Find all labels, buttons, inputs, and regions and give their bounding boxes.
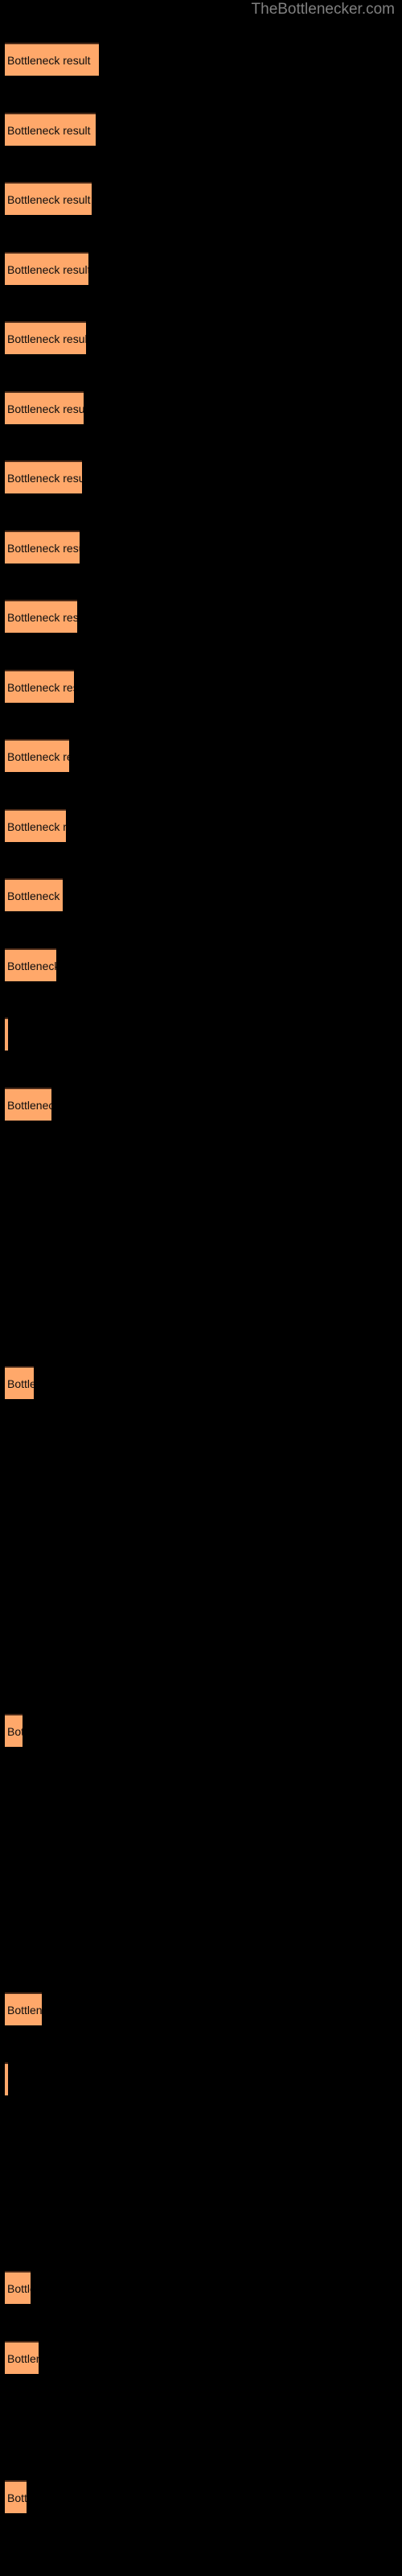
site-title: TheBottlenecker.com — [251, 1, 395, 18]
bar[interactable]: Bottleneck result — [5, 530, 80, 564]
bar-row: Bottleneck result — [0, 1296, 402, 1329]
bar-label: Bottleneck result — [7, 889, 63, 902]
bar-row: Bottleneck result — [0, 670, 402, 703]
bar-row: Bottleneck result — [0, 878, 402, 911]
bar-row: Bottleneck result — [0, 1435, 402, 1468]
bar-row: Bottleneck result — [0, 182, 402, 215]
bar[interactable]: Bottleneck result — [5, 252, 88, 285]
bar[interactable]: Bottleneck result — [5, 1992, 42, 2025]
bar-row: Bottleneck result — [0, 1784, 402, 1817]
bar-label: Bottleneck result — [7, 2003, 42, 2017]
bar-label: Bottleneck result — [7, 2074, 8, 2087]
bar-label: Bottleneck result — [7, 1377, 34, 1390]
bar-row: Bottleneck result — [0, 1227, 402, 1260]
bar-label: Bottleneck result — [7, 471, 82, 485]
bar-label: Bottleneck result — [7, 192, 91, 206]
bar-row: Bottleneck result — [0, 2132, 402, 2165]
bar-row: Bottleneck result — [0, 1714, 402, 1747]
bar-row: Bottleneck result — [0, 2341, 402, 2374]
bar[interactable]: Bottleneck result — [5, 739, 69, 772]
bar-label: Bottleneck result — [7, 749, 69, 763]
bar[interactable]: Bottleneck result — [5, 2341, 39, 2374]
bar-row: Bottleneck result — [0, 391, 402, 424]
bar-row: Bottleneck result — [0, 2062, 402, 2095]
bar[interactable]: Bottleneck result — [5, 878, 63, 911]
bar-row: Bottleneck result — [0, 1505, 402, 1538]
bar-label: Bottleneck result — [7, 402, 84, 415]
bar[interactable]: Bottleneck result — [5, 2271, 31, 2304]
bar-row: Bottleneck result — [0, 600, 402, 633]
bar-label: Bottleneck result — [7, 53, 91, 67]
bar[interactable]: Bottleneck result — [5, 113, 96, 146]
bar-row: Bottleneck result — [0, 809, 402, 842]
bar-row: Bottleneck result — [0, 1645, 402, 1678]
bar-row: Bottleneck result — [0, 530, 402, 564]
bar-row: Bottleneck result — [0, 321, 402, 354]
bar-row: Bottleneck result — [0, 2410, 402, 2443]
bar-label: Bottleneck result — [7, 680, 74, 694]
bar-label: Bottleneck result — [7, 1724, 23, 1738]
bar[interactable]: Bottleneck result — [5, 182, 92, 215]
bar-label: Bottleneck result — [7, 262, 88, 276]
bar-label: Bottleneck result — [7, 2351, 39, 2365]
bar-label: Bottleneck result — [7, 1029, 8, 1042]
bar-row: Bottleneck result — [0, 1018, 402, 1051]
bar-row: Bottleneck result — [0, 1992, 402, 2025]
bar-label: Bottleneck result — [7, 123, 91, 137]
bar-row: Bottleneck result — [0, 1575, 402, 1608]
bar[interactable]: Bottleneck result — [5, 2480, 27, 2513]
bar-row: Bottleneck result — [0, 1157, 402, 1190]
bar-row: Bottleneck result — [0, 43, 402, 76]
bar-label: Bottleneck result — [7, 819, 66, 833]
bar[interactable]: Bottleneck result — [5, 1018, 8, 1051]
bar-row: Bottleneck result — [0, 1366, 402, 1399]
bar[interactable]: Bottleneck result — [5, 1366, 34, 1399]
bar-label: Bottleneck result — [7, 332, 86, 345]
bar[interactable]: Bottleneck result — [5, 321, 86, 354]
bar-label: Bottleneck result — [7, 1098, 51, 1112]
bar-row: Bottleneck result — [0, 252, 402, 285]
bar-row: Bottleneck result — [0, 2480, 402, 2513]
bar-row: Bottleneck result — [0, 2202, 402, 2235]
bar-row: Bottleneck result — [0, 1853, 402, 1886]
bar-row: Bottleneck result — [0, 2271, 402, 2304]
bar-label: Bottleneck result — [7, 610, 77, 624]
bar-label: Bottleneck result — [7, 2491, 27, 2504]
bar[interactable]: Bottleneck result — [5, 670, 74, 703]
bar-label: Bottleneck result — [7, 2281, 31, 2295]
bar[interactable]: Bottleneck result — [5, 460, 82, 493]
bar-row: Bottleneck result — [0, 948, 402, 981]
bar[interactable]: Bottleneck result — [5, 809, 66, 842]
bar[interactable]: Bottleneck result — [5, 600, 77, 633]
bar-chart-canvas: TheBottlenecker.com Bottleneck result Bot… — [0, 0, 402, 2576]
bar-label: Bottleneck result — [7, 959, 56, 972]
bar-row: Bottleneck result — [0, 739, 402, 772]
bar-row: Bottleneck result — [0, 1923, 402, 1956]
bar-row: Bottleneck result — [0, 113, 402, 146]
bar[interactable]: Bottleneck result — [5, 391, 84, 424]
bar[interactable]: Bottleneck result — [5, 1714, 23, 1747]
bar-row: Bottleneck result — [0, 1088, 402, 1121]
bar[interactable]: Bottleneck result — [5, 1088, 51, 1121]
bar-label: Bottleneck result — [7, 541, 80, 555]
bar[interactable]: Bottleneck result — [5, 2062, 8, 2095]
bar-row: Bottleneck result — [0, 460, 402, 493]
bar[interactable]: Bottleneck result — [5, 948, 56, 981]
bar[interactable]: Bottleneck result — [5, 43, 99, 76]
